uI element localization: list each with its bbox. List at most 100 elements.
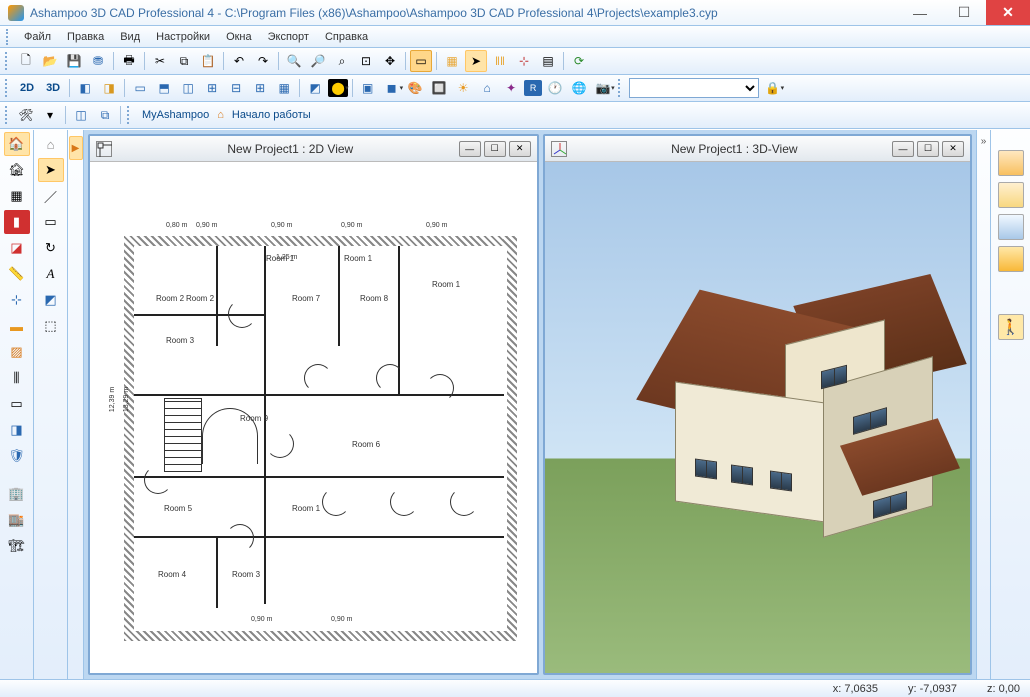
snap-icon[interactable]: ⊹ bbox=[513, 50, 535, 72]
view-close-icon[interactable]: ✕ bbox=[509, 141, 531, 157]
collapse-right-icon[interactable]: » bbox=[981, 136, 987, 147]
cube-sub-icon[interactable]: ◩ bbox=[38, 288, 64, 312]
line-sub-icon[interactable]: ／ bbox=[38, 184, 64, 208]
elev-3-icon[interactable]: 🏗 bbox=[4, 534, 30, 558]
catalog-1-icon[interactable] bbox=[998, 150, 1024, 176]
palette-icon[interactable]: 🎨 bbox=[404, 77, 426, 99]
box-sub-icon[interactable]: ▭ bbox=[38, 210, 64, 234]
save-icon[interactable]: 💾 bbox=[63, 50, 85, 72]
menu-view[interactable]: Вид bbox=[112, 29, 148, 45]
toolbar-handle[interactable] bbox=[5, 106, 11, 124]
menu-edit[interactable]: Правка bbox=[59, 29, 112, 45]
view-minimize-icon[interactable]: — bbox=[459, 141, 481, 157]
layout-2v-icon[interactable]: ◫ bbox=[177, 77, 199, 99]
zoom-extents-icon[interactable]: ⊡ bbox=[355, 50, 377, 72]
guides-icon[interactable]: ‖‖ bbox=[489, 50, 511, 72]
redo-icon[interactable]: ↷ bbox=[252, 50, 274, 72]
new-icon[interactable]: 🗋 bbox=[15, 50, 37, 72]
sun-icon[interactable]: ☀ bbox=[452, 77, 474, 99]
house-sub-icon[interactable]: ⌂ bbox=[38, 132, 64, 156]
rail-icon[interactable]: ⫼ bbox=[4, 366, 30, 390]
layout-5-icon[interactable]: ▦ bbox=[273, 77, 295, 99]
rotate-sub-icon[interactable]: ↻ bbox=[38, 236, 64, 260]
dropdown-arrow-icon[interactable]: ▾ bbox=[345, 84, 349, 92]
maximize-button[interactable]: ☐ bbox=[942, 0, 986, 25]
clock-icon[interactable]: 🕐 bbox=[544, 77, 566, 99]
getting-started-link[interactable]: Начало работы bbox=[226, 109, 317, 121]
view-2d-titlebar[interactable]: New Project1 : 2D View — ☐ ✕ bbox=[90, 136, 537, 162]
toolbar-handle[interactable] bbox=[127, 106, 133, 124]
view-3d-titlebar[interactable]: New Project1 : 3D-View — ☐ ✕ bbox=[545, 136, 970, 162]
save-as-icon[interactable]: ⛃ bbox=[87, 50, 109, 72]
zoom-out-icon[interactable]: 🔎 bbox=[307, 50, 329, 72]
house-icon[interactable]: ⌂ bbox=[476, 77, 498, 99]
grid-icon[interactable]: ▦ bbox=[441, 50, 463, 72]
menu-windows[interactable]: Окна bbox=[218, 29, 260, 45]
red-tool2-icon[interactable]: ◪ bbox=[4, 236, 30, 260]
layout-1-icon[interactable]: ▭ bbox=[129, 77, 151, 99]
menu-file[interactable]: Файл bbox=[16, 29, 59, 45]
expand-secondary-icon[interactable]: ▶ bbox=[69, 136, 83, 160]
dropdown-arrow-icon[interactable]: ▾ bbox=[781, 84, 785, 92]
stamp-icon[interactable]: ◫ bbox=[70, 104, 92, 126]
dropdown-arrow-icon[interactable]: ▾ bbox=[611, 84, 615, 92]
menubar-handle[interactable] bbox=[6, 29, 12, 45]
mode-3d-button[interactable]: 3D bbox=[40, 82, 66, 94]
catalog-3-icon[interactable] bbox=[998, 214, 1024, 240]
toolbar-handle[interactable] bbox=[618, 79, 624, 97]
measure-icon[interactable]: 📏 bbox=[4, 262, 30, 286]
chart-icon[interactable]: R bbox=[524, 80, 542, 96]
menu-help[interactable]: Справка bbox=[317, 29, 376, 45]
elev-1-icon[interactable]: 🏢 bbox=[4, 482, 30, 506]
layout-3-icon[interactable]: ⊞ bbox=[201, 77, 223, 99]
person-icon[interactable]: 🚶 bbox=[998, 314, 1024, 340]
arrow-down-icon[interactable]: ▾ bbox=[39, 104, 61, 126]
cursor-icon[interactable]: ➤ bbox=[465, 50, 487, 72]
dropdown-arrow-icon[interactable]: ▾ bbox=[400, 84, 404, 92]
catalog-2-icon[interactable] bbox=[998, 182, 1024, 208]
view-2d-body[interactable]: 0,80 m 0,90 m 0,90 m 0,90 m 0,90 m 12,39… bbox=[90, 162, 537, 673]
open-icon[interactable]: 📂 bbox=[39, 50, 61, 72]
shield-icon[interactable]: 🛡 bbox=[4, 444, 30, 468]
mode-2d-button[interactable]: 2D bbox=[14, 82, 40, 94]
cube-yellow-icon[interactable]: ◨ bbox=[98, 77, 120, 99]
zoom-in-icon[interactable]: 🔍 bbox=[283, 50, 305, 72]
material-tool-icon[interactable]: ▨ bbox=[4, 340, 30, 364]
select-mode-icon[interactable]: ▭ bbox=[410, 50, 432, 72]
axes-icon[interactable]: ⊹ bbox=[4, 288, 30, 312]
rubik-icon[interactable]: 🔲 bbox=[428, 77, 450, 99]
layout-2h-icon[interactable]: ⬒ bbox=[153, 77, 175, 99]
view-3d-body[interactable] bbox=[545, 162, 970, 673]
menu-export[interactable]: Экспорт bbox=[260, 29, 317, 45]
iso-1-icon[interactable]: ◩ bbox=[304, 77, 326, 99]
pan-icon[interactable]: ✥ bbox=[379, 50, 401, 72]
pointer-sub-icon[interactable]: ➤ bbox=[38, 158, 64, 182]
myashampoo-link[interactable]: MyAshampoo bbox=[136, 109, 215, 121]
toolbar-handle[interactable] bbox=[5, 52, 11, 70]
grid-tool-icon[interactable]: ▦ bbox=[4, 184, 30, 208]
effect-icon[interactable]: ✦ bbox=[500, 77, 522, 99]
menu-settings[interactable]: Настройки bbox=[148, 29, 218, 45]
layout-grid-icon[interactable]: ⊞ bbox=[249, 77, 271, 99]
obj-yellow-icon[interactable]: ▬ bbox=[4, 314, 30, 338]
layers-icon[interactable]: ▤ bbox=[537, 50, 559, 72]
layout-4-icon[interactable]: ⊟ bbox=[225, 77, 247, 99]
close-button[interactable]: ✕ bbox=[986, 0, 1030, 25]
region-sub-icon[interactable]: ⬚ bbox=[38, 314, 64, 338]
duplicate-icon[interactable]: ⧉ bbox=[94, 104, 116, 126]
view-minimize-icon[interactable]: — bbox=[892, 141, 914, 157]
minimize-button[interactable]: — bbox=[898, 0, 942, 25]
text-sub-icon[interactable]: A bbox=[38, 262, 64, 286]
undo-icon[interactable]: ↶ bbox=[228, 50, 250, 72]
catalog-4-icon[interactable] bbox=[998, 246, 1024, 272]
toolbar-handle[interactable] bbox=[5, 79, 11, 97]
print-icon[interactable]: 🖶 bbox=[118, 50, 140, 72]
view-close-icon[interactable]: ✕ bbox=[942, 141, 964, 157]
tools-icon[interactable]: 🛠 bbox=[15, 104, 37, 126]
globe-icon[interactable]: 🌐 bbox=[568, 77, 590, 99]
red-tool-icon[interactable]: ▮ bbox=[4, 210, 30, 234]
cut-icon[interactable]: ✂ bbox=[149, 50, 171, 72]
wall-edit-icon[interactable]: 🏚 bbox=[4, 158, 30, 182]
cube3d-icon[interactable]: ◨ bbox=[4, 418, 30, 442]
elev-2-icon[interactable]: 🏬 bbox=[4, 508, 30, 532]
